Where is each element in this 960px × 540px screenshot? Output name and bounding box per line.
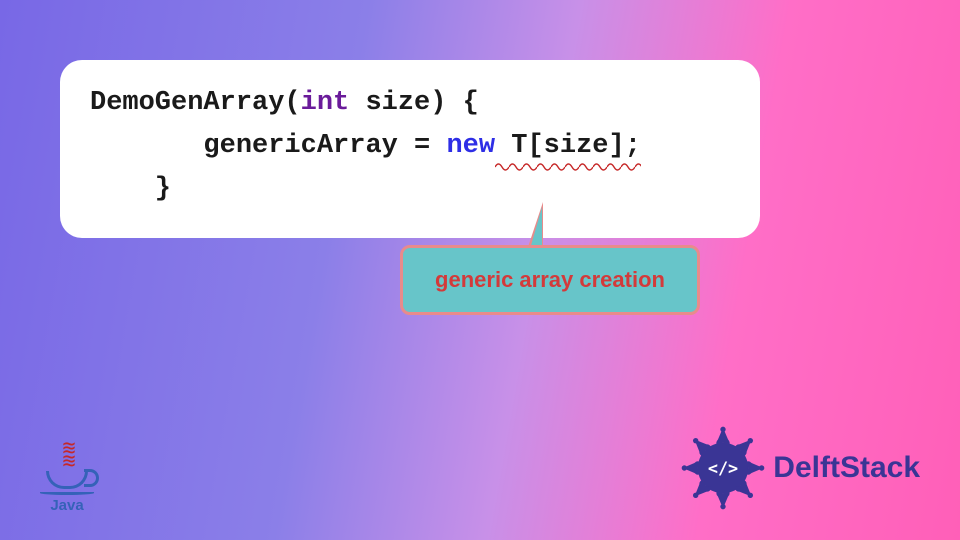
code-text: DemoGenArray( bbox=[90, 88, 301, 118]
code-text: size) { bbox=[349, 88, 479, 118]
code-line-1: DemoGenArray(int size) { bbox=[90, 82, 730, 125]
delftstack-medallion-icon: </> bbox=[681, 426, 765, 510]
code-glyph-icon: </> bbox=[708, 458, 738, 478]
delftstack-logo: </> DelftStack bbox=[681, 426, 920, 510]
java-logo: ≋≋ Java bbox=[36, 443, 98, 514]
java-steam-icon: ≋≋ bbox=[36, 443, 98, 469]
java-saucer-icon bbox=[40, 491, 94, 495]
keyword-new: new bbox=[446, 131, 495, 161]
error-span: T[size]; bbox=[495, 125, 641, 168]
java-label: Java bbox=[36, 497, 98, 514]
code-snippet-card: DemoGenArray(int size) { genericArray = … bbox=[60, 60, 760, 238]
delftstack-label: DelftStack bbox=[773, 451, 920, 485]
java-cup-icon bbox=[46, 471, 88, 489]
code-line-3: } bbox=[90, 168, 730, 211]
error-callout: generic array creation bbox=[400, 245, 700, 315]
code-line-2: genericArray = new T[size]; bbox=[90, 125, 730, 168]
keyword-type: int bbox=[301, 88, 350, 118]
code-text: genericArray = bbox=[90, 131, 446, 161]
callout-text: generic array creation bbox=[435, 267, 665, 293]
